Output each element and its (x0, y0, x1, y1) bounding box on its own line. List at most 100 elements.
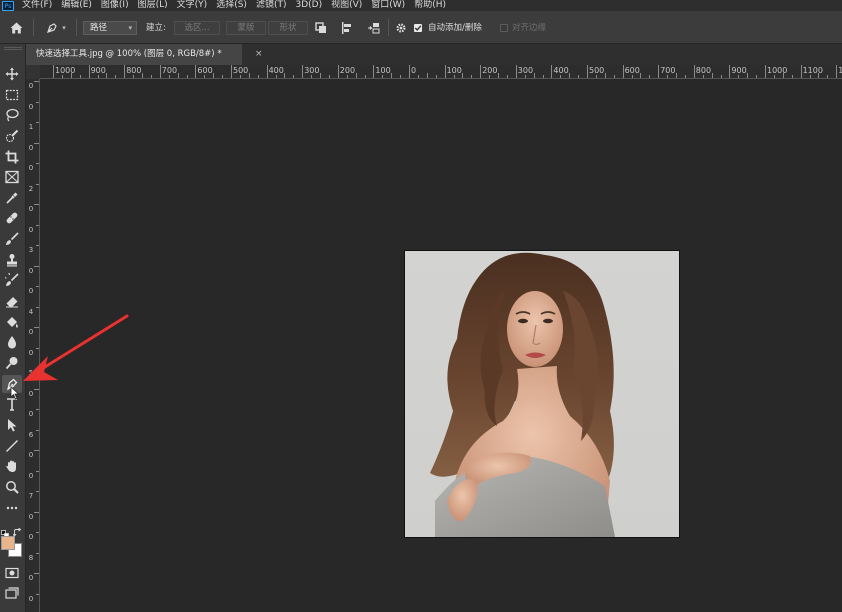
ruler-tick (266, 65, 268, 78)
marquee-tool-icon[interactable] (2, 86, 22, 104)
ruler-label: 300 (517, 66, 534, 75)
swap-colors-icon[interactable] (12, 522, 22, 537)
auto-add-delete-checkbox[interactable] (414, 24, 422, 32)
path-selection-tool-icon[interactable] (2, 416, 22, 434)
crop-tool-icon[interactable] (2, 148, 22, 166)
ruler-minor-tick (542, 75, 544, 78)
ruler-tick (36, 101, 39, 103)
tool-preset-picker[interactable]: ▾ (42, 20, 70, 36)
menu-bar: Ps 文件(F) 编辑(E) 图像(I) 图层(L) 文字(Y) 选择(S) 滤… (0, 0, 842, 11)
ruler-minor-tick (631, 75, 633, 78)
menu-help[interactable]: 帮助(H) (414, 0, 446, 11)
ruler-tick (34, 450, 39, 451)
ruler-label: 0 (28, 410, 34, 418)
quick-selection-tool-icon[interactable] (2, 127, 22, 145)
path-operations-icon[interactable] (312, 20, 330, 36)
ruler-label: 0 (28, 225, 34, 234)
document-tab[interactable]: 快速选择工具.jpg @ 100% (图层 0, RGB/8#) * (26, 44, 242, 65)
default-colors-icon[interactable] (1, 523, 9, 538)
pen-mode-select[interactable]: 路径 ▾ (83, 21, 137, 35)
ruler-minor-tick (595, 75, 597, 78)
ruler-label: 0 (28, 266, 34, 275)
ruler-minor-tick (702, 75, 704, 78)
foreground-color-swatch[interactable] (1, 536, 15, 550)
zoom-tool-icon[interactable] (2, 478, 22, 496)
line-tool-icon[interactable] (2, 437, 22, 455)
menu-filter[interactable]: 滤镜(T) (256, 0, 287, 11)
healing-brush-tool-icon[interactable] (2, 209, 22, 227)
ruler-tick (551, 65, 553, 78)
ruler-minor-tick (115, 75, 117, 78)
home-icon[interactable] (8, 20, 24, 36)
brush-tool-icon[interactable] (2, 230, 22, 248)
ruler-origin[interactable] (26, 65, 40, 79)
ruler-label: 2 (28, 184, 34, 193)
menu-file[interactable]: 文件(F) (22, 0, 52, 11)
ruler-tick (36, 183, 39, 185)
move-tool-icon[interactable] (2, 65, 22, 83)
menu-image[interactable]: 图像(I) (101, 0, 129, 11)
make-label: 建立: (146, 23, 166, 33)
menu-edit[interactable]: 编辑(E) (61, 0, 92, 11)
menu-window[interactable]: 窗口(W) (371, 0, 405, 11)
ruler-minor-tick (293, 75, 295, 78)
ruler-minor-tick (747, 73, 749, 78)
path-arrangement-icon[interactable] (364, 20, 384, 36)
ruler-label: 8 (28, 553, 34, 562)
close-icon[interactable]: × (255, 44, 263, 65)
ruler-minor-tick (177, 73, 179, 78)
ruler-tick (373, 65, 375, 78)
screen-mode-icon[interactable] (2, 584, 22, 602)
ruler-tick (34, 204, 39, 205)
ruler-minor-tick (791, 75, 793, 78)
vertical-ruler[interactable]: 0 0 1 0 0 2 0 0 3 0 0 4 0 0 5 0 0 6 0 0 7 0 0 8 0 0 (26, 79, 40, 612)
ruler-minor-tick (435, 75, 437, 78)
options-bar: ▾ 路径 ▾ 建立: 选区... 蒙版 形状 自动添加/删除 对齐边缘 (0, 11, 842, 44)
menu-layer[interactable]: 图层(L) (138, 0, 168, 11)
lasso-tool-icon[interactable] (2, 106, 22, 124)
ruler-minor-tick (560, 75, 562, 78)
eraser-tool-icon[interactable] (2, 292, 22, 310)
eyedropper-tool-icon[interactable] (2, 189, 22, 207)
align-edges-checkbox[interactable] (500, 24, 508, 32)
ruler-minor-tick (524, 75, 526, 78)
menu-select[interactable]: 选择(S) (216, 0, 247, 11)
canvas-area[interactable] (40, 79, 842, 612)
quick-mask-icon[interactable] (2, 564, 22, 582)
portrait-photo[interactable] (405, 251, 679, 537)
gear-icon[interactable] (393, 20, 409, 36)
clone-stamp-tool-icon[interactable] (2, 251, 22, 269)
menu-view[interactable]: 视图(V) (331, 0, 362, 11)
ruler-minor-tick (239, 75, 241, 78)
ruler-minor-tick (79, 75, 81, 78)
ruler-minor-tick (667, 75, 669, 78)
ruler-label: 0 (28, 82, 34, 90)
ruler-tick (587, 65, 588, 78)
ruler-minor-tick (213, 73, 215, 78)
ruler-label: 6 (28, 430, 34, 439)
menu-3d[interactable]: 3D(D) (295, 0, 322, 11)
ruler-minor-tick (150, 75, 152, 78)
ruler-label: 900 (90, 66, 106, 75)
ruler-minor-tick (827, 75, 829, 78)
dodge-tool-icon[interactable] (2, 354, 22, 372)
menu-type[interactable]: 文字(Y) (177, 0, 208, 11)
make-mask-button[interactable]: 蒙版 (226, 21, 266, 35)
path-alignment-icon[interactable] (338, 20, 356, 36)
history-brush-tool-icon[interactable] (2, 271, 22, 289)
make-shape-button[interactable]: 形状 (268, 21, 308, 35)
hand-tool-icon[interactable] (2, 457, 22, 475)
make-selection-button[interactable]: 选区... (174, 21, 220, 35)
more-tools-icon[interactable] (2, 499, 22, 517)
paint-bucket-tool-icon[interactable] (2, 313, 22, 331)
ruler-tick (622, 65, 624, 78)
frame-tool-icon[interactable] (2, 168, 22, 186)
ruler-tick (836, 65, 838, 78)
ruler-label: 0 (28, 164, 34, 172)
panel-grip[interactable] (4, 47, 22, 50)
ruler-label: 1000 (55, 66, 76, 75)
horizontal-ruler[interactable]: 1000 900 800 700 600 500 400 300 200 100 0 100 200 30… (40, 65, 842, 79)
blur-tool-icon[interactable] (2, 333, 22, 351)
ruler-minor-tick (604, 73, 606, 78)
ruler-tick (36, 532, 39, 533)
